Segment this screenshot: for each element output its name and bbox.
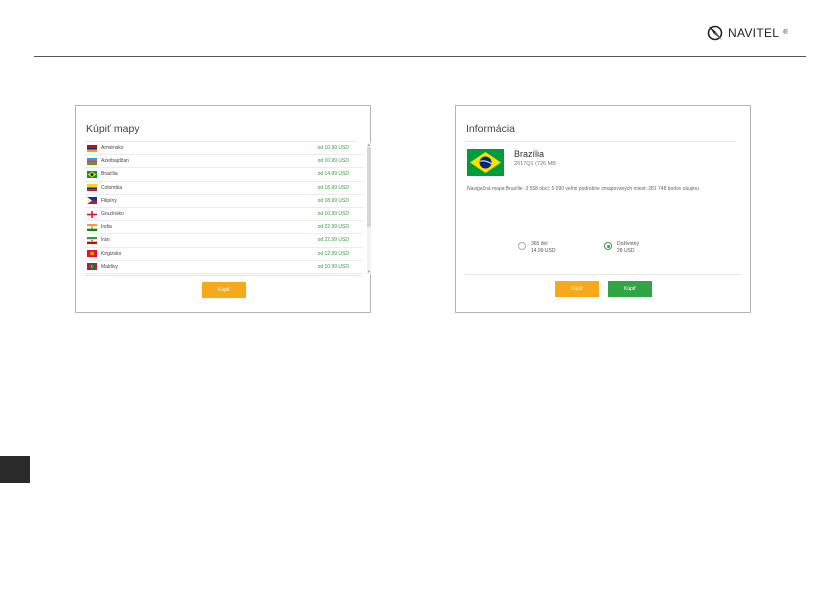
country-price: od 18.99 USD	[317, 184, 349, 191]
country-price: od 14.99 USD	[317, 171, 349, 178]
option-text: Doživotný 28 USD	[617, 241, 639, 255]
georgia-flag-icon	[87, 210, 97, 218]
country-name: Maldivy	[101, 263, 118, 270]
map-info-panel: Informácia Brazília 2017Q1 (726 MB Navig…	[455, 105, 751, 313]
maldives-flag-icon	[87, 263, 97, 271]
azerbaijan-flag-icon	[87, 157, 97, 165]
country-name: Azerbajdžan	[101, 158, 129, 165]
country-list: Arménsko od 10.99 USD Azerbajdžan od 10.…	[85, 142, 363, 274]
radio-lifetime[interactable]	[604, 242, 612, 250]
buy-button[interactable]: Kúpiť	[555, 281, 599, 297]
scroll-thumb[interactable]	[367, 147, 371, 227]
option-label: 365 dní	[531, 241, 548, 247]
country-row-maldives[interactable]: Maldivy od 10.99 USD	[85, 261, 363, 274]
title-divider	[465, 141, 736, 142]
country-name: India	[101, 224, 112, 231]
country-list-scrollbar[interactable]: ▲ ▼	[367, 143, 371, 274]
kyrgyzstan-flag-icon	[87, 250, 97, 258]
country-price: od 10.99 USD	[317, 158, 349, 165]
radio-365-days[interactable]	[518, 242, 526, 250]
option-text: 365 dní 14.99 USD	[531, 241, 555, 255]
panel-bottom-divider	[465, 274, 741, 275]
scroll-down-arrow-icon[interactable]: ▼	[367, 270, 371, 274]
navitel-compass-icon	[707, 25, 723, 41]
iran-flag-icon	[87, 236, 97, 244]
navitel-logo: NAVITEL ®	[706, 24, 788, 42]
armenia-flag-icon	[87, 144, 97, 152]
country-name: Gruzínsko	[101, 211, 124, 218]
info-title: Informácia	[466, 123, 516, 135]
navitel-logo-text: NAVITEL	[728, 26, 780, 40]
country-price: od 22.99 USD	[317, 224, 349, 231]
map-version-size: 2017Q1 (726 MB	[514, 161, 556, 167]
brazil-flag-icon	[467, 149, 504, 176]
country-price: od 22.99 USD	[317, 237, 349, 244]
philippines-flag-icon	[87, 197, 97, 205]
country-row-azerbaijan[interactable]: Azerbajdžan od 10.99 USD	[85, 155, 363, 169]
country-row-kyrgyzstan[interactable]: Kirgizsko od 12.99 USD	[85, 248, 363, 261]
country-row-armenia[interactable]: Arménsko od 10.99 USD	[85, 142, 363, 156]
header-divider	[34, 56, 806, 57]
brazil-flag-icon	[87, 170, 97, 178]
option-lifetime[interactable]: Doživotný 28 USD	[604, 241, 639, 255]
country-row-colombia[interactable]: Colombia od 18.99 USD	[85, 182, 363, 195]
page-side-tab	[0, 456, 30, 483]
country-price: od 18.99 USD	[317, 197, 349, 204]
country-price: od 10.99 USD	[317, 211, 349, 218]
buy-maps-panel: Kúpiť mapy Arménsko od 10.99 USD Azerbaj…	[75, 105, 371, 313]
country-name: Brazília	[101, 171, 118, 178]
confirm-buy-button[interactable]: Kúpiť	[608, 281, 652, 297]
option-price: 28 USD	[617, 248, 635, 254]
country-name: Colombia	[101, 184, 123, 191]
colombia-flag-icon	[87, 184, 97, 192]
country-row-georgia[interactable]: Gruzínsko od 10.99 USD	[85, 208, 363, 222]
india-flag-icon	[87, 223, 97, 231]
country-price: od 12.99 USD	[317, 250, 349, 257]
country-name: Kirgizsko	[101, 250, 122, 257]
option-price: 14.99 USD	[531, 248, 556, 254]
country-name: Arménsko	[101, 145, 124, 152]
buy-maps-title: Kúpiť mapy	[86, 123, 140, 135]
option-label: Doživotný	[617, 241, 639, 247]
map-name: Brazília	[514, 149, 545, 159]
country-price: od 10.99 USD	[317, 145, 349, 152]
map-description: Navigačná mapa Brazílie: 3 558 obcí; 5 0…	[467, 186, 699, 192]
country-row-iran[interactable]: Irán od 22.99 USD	[85, 234, 363, 248]
option-365-days[interactable]: 365 dní 14.99 USD	[518, 241, 555, 255]
country-row-india[interactable]: India od 22.99 USD	[85, 221, 363, 235]
buy-button[interactable]: Kúpiť	[202, 282, 246, 298]
country-price: od 10.99 USD	[317, 263, 349, 270]
registered-mark: ®	[783, 30, 788, 36]
list-bottom-divider	[85, 275, 361, 276]
country-name: Filipíny	[101, 197, 117, 204]
country-row-philippines[interactable]: Filipíny od 18.99 USD	[85, 195, 363, 208]
country-name: Irán	[101, 237, 110, 244]
country-row-brazil[interactable]: Brazília od 14.99 USD	[85, 168, 363, 182]
